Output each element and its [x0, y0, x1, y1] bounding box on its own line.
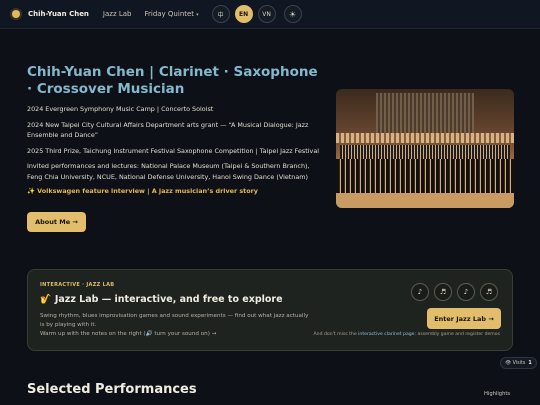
nav-link-jazz-lab[interactable]: Jazz Lab — [103, 10, 132, 18]
achievement-item: 2025 Third Prize, Taichung Instrument Fe… — [27, 146, 320, 155]
organ-pipes — [376, 93, 474, 137]
visits-label: 👁 Visits — [505, 360, 526, 366]
theme-toggle-sun-icon[interactable]: ☀ — [283, 5, 302, 23]
music-note-icon[interactable]: ♪ — [457, 283, 475, 301]
logo-icon — [12, 10, 20, 18]
enter-jazz-lab-button[interactable]: Enter Jazz Lab → — [427, 308, 501, 329]
orchestra — [336, 159, 514, 195]
jazz-lab-card: INTERACTIVE · JAZZ LAB 🎷 Jazz Lab — inter… — [27, 269, 513, 351]
music-notes-icon[interactable]: ♬ — [434, 283, 452, 301]
balcony — [336, 133, 514, 143]
saxophone-icon: 🎷 — [40, 294, 52, 305]
visits-counter: 👁 Visits 1 — [500, 357, 537, 369]
about-me-button[interactable]: About Me → — [27, 212, 86, 232]
nav-link-friday-quintet[interactable]: Friday Quintet ▾ — [144, 10, 198, 18]
interactive-clarinet-link[interactable]: interactive clarinet page — [358, 332, 414, 337]
clarinet-note-prefix: And don't miss the — [313, 332, 359, 337]
language-vn-button[interactable]: VN — [257, 5, 276, 23]
highlights-label[interactable]: Highlights — [484, 391, 510, 397]
hero-title: Chih-Yuan Chen | Clarinet · Saxophone · … — [27, 64, 318, 97]
jazz-lab-eyebrow: INTERACTIVE · JAZZ LAB — [40, 282, 115, 288]
music-notes-icon[interactable]: ♬ — [480, 283, 498, 301]
stage-floor — [336, 193, 514, 208]
achievement-item: 2024 Evergreen Symphony Music Camp | Con… — [27, 105, 214, 113]
jazz-lab-title: 🎷 Jazz Lab — interactive, and free to exp… — [40, 294, 283, 305]
note-buttons: ♪ ♬ ♪ ♬ — [411, 283, 503, 301]
concert-hall-photo — [336, 89, 514, 208]
language-zh-button[interactable]: 中 — [211, 5, 230, 23]
volkswagen-interview-link[interactable]: ✨ Volkswagen feature interview | A jazz … — [27, 187, 323, 195]
jazz-lab-warmup-line: Warm up with the notes on the right (🔊 t… — [40, 331, 217, 337]
visits-count: 1 — [528, 360, 532, 366]
jazz-lab-title-text: Jazz Lab — interactive, and free to expl… — [54, 294, 283, 305]
achievement-item: 2024 New Taipei City Cultural Affairs De… — [27, 120, 309, 140]
language-en-button[interactable]: EN — [234, 5, 253, 23]
clarinet-page-note: And don't miss the interactive clarinet … — [314, 332, 500, 337]
clarinet-note-suffix: : assembly game and register demos — [414, 332, 500, 337]
music-note-icon[interactable]: ♪ — [411, 283, 429, 301]
chevron-down-icon: ▾ — [196, 12, 199, 18]
nav-link-friday-quintet-label: Friday Quintet — [144, 10, 195, 18]
jazz-lab-description-line: Swing rhythm, blues improvisation games … — [40, 313, 309, 328]
achievements-list: 2024 Evergreen Symphony Music Camp | Con… — [27, 104, 323, 195]
top-navigation: Chih-Yuan Chen Jazz Lab Friday Quintet ▾ … — [0, 0, 540, 29]
selected-performances-heading: Selected Performances — [27, 382, 197, 397]
achievement-item: Invited performances and lectures: Natio… — [27, 162, 310, 181]
jazz-lab-description: Swing rhythm, blues improvisation games … — [40, 312, 310, 339]
brand-name[interactable]: Chih-Yuan Chen — [28, 10, 89, 18]
